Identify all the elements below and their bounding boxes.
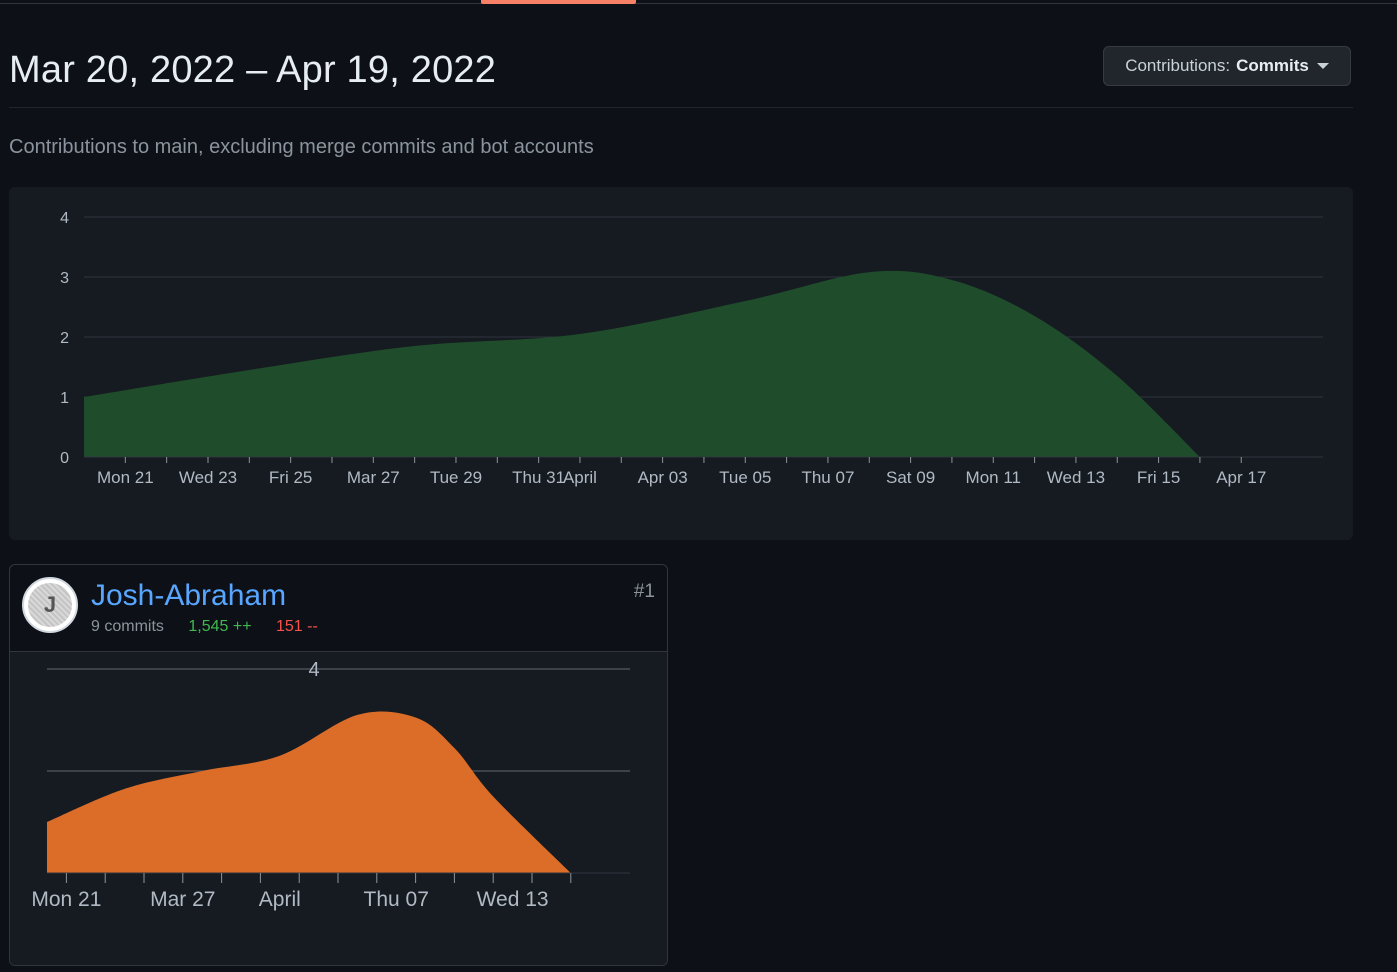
commits-area (84, 270, 1200, 457)
x-tick-label: Fri 25 (269, 468, 312, 487)
y-tick-label: 4 (60, 210, 69, 227)
x-tick-label: Thu 07 (801, 468, 854, 487)
date-range-title: Mar 20, 2022 – Apr 19, 2022 (9, 49, 497, 91)
contributor-chart-svg: 4 Mon 21 Mar 27 April Thu 07 Wed 13 (31, 659, 630, 911)
deletions-count: 151 -- (275, 618, 318, 635)
x-tick-label: Fri 15 (1137, 468, 1180, 487)
x-tick-label: Mon 21 (31, 888, 101, 911)
x-tick-label: Tue 05 (719, 468, 771, 487)
avatar[interactable]: J (22, 577, 78, 633)
x-tick-label: Wed 23 (179, 468, 237, 487)
main-commits-chart: 0 1 2 3 4 Mon 21 Wed 23 Fri 25 Mar 27 Tue 29 Thu 3… (9, 187, 1353, 540)
contributions-label: Contributions: (1125, 56, 1231, 75)
contributor-commits-area (47, 711, 571, 873)
avatar-initial: J (28, 583, 72, 627)
x-tick-label: Tue 29 (430, 468, 482, 487)
contributor-rank: #1 (633, 581, 655, 602)
contributor-card: J Josh-Abraham 9 commits 1,545 ++ 151 --… (9, 564, 668, 966)
contributor-card-header: J Josh-Abraham 9 commits 1,545 ++ 151 --… (10, 565, 667, 652)
contributor-stats: 9 commits 1,545 ++ 151 -- (91, 618, 318, 636)
main-chart-svg: 0 1 2 3 4 Mon 21 Wed 23 Fri 25 Mar 27 Tue 29 Thu 3… (60, 210, 1323, 487)
y-tick-label: 0 (60, 450, 69, 467)
x-tick-label: Thu 07 (364, 888, 429, 911)
contributor-commits-chart: 4 Mon 21 Mar 27 April Thu 07 Wed 13 (10, 652, 667, 965)
y-tick-label: 3 (60, 270, 69, 287)
contributions-dropdown-button[interactable]: Contributions: Commits (1103, 46, 1351, 86)
commit-count-link[interactable]: 9 commits (91, 618, 164, 635)
header-divider (9, 107, 1353, 108)
x-tick-label: Apr 03 (638, 468, 688, 487)
chart-subtitle: Contributions to main, excluding merge c… (9, 136, 594, 158)
active-tab-indicator (481, 0, 636, 4)
x-tick-label: Wed 13 (1047, 468, 1105, 487)
x-tick-label: Mar 27 (150, 888, 215, 911)
x-tick-label: Mar 27 (347, 468, 400, 487)
caret-down-icon (1316, 63, 1329, 69)
y-tick-label: 4 (308, 659, 319, 681)
contributor-name-link[interactable]: Josh-Abraham (91, 579, 286, 613)
x-tick-label: Mon 11 (966, 468, 1021, 487)
x-tick-label: Wed 13 (477, 888, 549, 911)
x-tick-label: Apr 17 (1216, 468, 1266, 487)
contributions-value: Commits (1236, 56, 1309, 75)
y-tick-label: 1 (60, 390, 69, 407)
additions-count: 1,545 ++ (188, 618, 252, 635)
y-tick-label: 2 (60, 330, 69, 347)
x-tick-label: Mon 21 (97, 468, 154, 487)
x-tick-label: April (259, 888, 301, 911)
x-tick-label: April (563, 468, 597, 487)
x-tick-label: Thu 31 (512, 468, 565, 487)
top-border (0, 3, 1397, 4)
x-tick-label: Sat 09 (886, 468, 935, 487)
